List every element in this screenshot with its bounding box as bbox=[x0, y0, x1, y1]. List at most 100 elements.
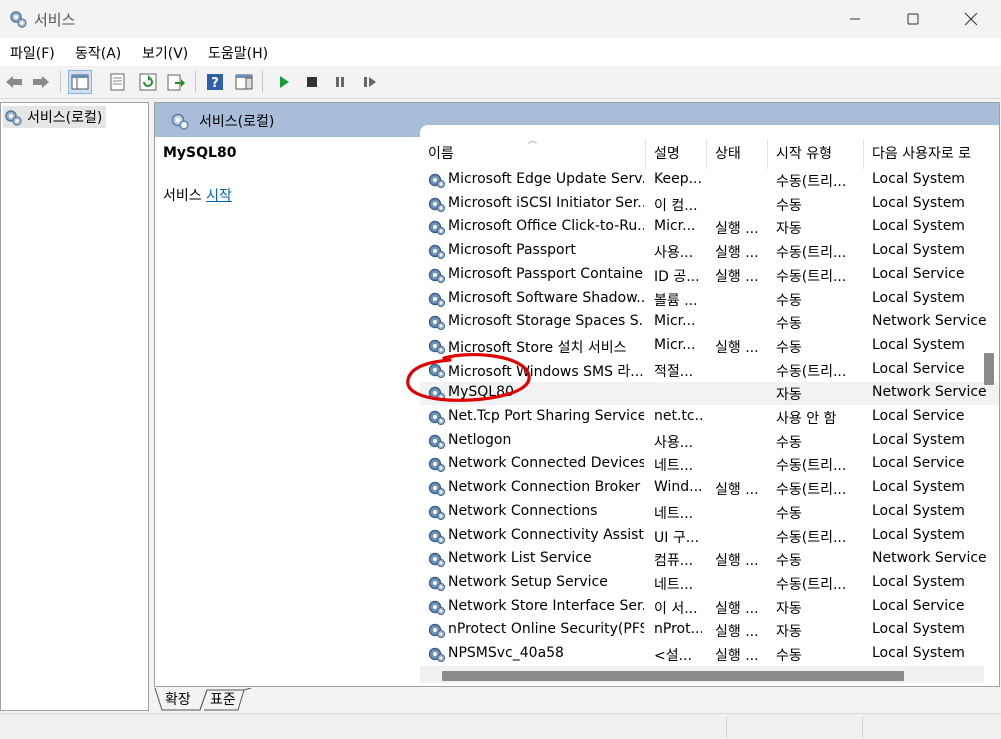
service-row[interactable]: Net.Tcp Port Sharing Service net.tc... 사용 … bbox=[420, 406, 999, 429]
service-action-line: 서비스 시작 bbox=[163, 185, 232, 205]
service-name-cell: Microsoft iSCSI Initiator Ser... bbox=[448, 194, 644, 211]
service-startup-type-cell: 자동 bbox=[776, 221, 802, 238]
stop-service-button[interactable] bbox=[300, 70, 324, 94]
tab-extended[interactable]: 확장 bbox=[165, 688, 191, 710]
column-header-log-on-as[interactable]: 다음 사용자로 로 bbox=[872, 143, 999, 163]
toolbar-separator bbox=[195, 71, 196, 93]
menu-view[interactable]: 보기(V) bbox=[142, 43, 188, 63]
minimize-button[interactable] bbox=[826, 0, 884, 38]
service-description-cell: 네트... bbox=[654, 458, 694, 475]
vertical-scroll-thumb[interactable] bbox=[984, 353, 994, 385]
service-status-cell: 실행 ... bbox=[715, 221, 759, 238]
play-icon bbox=[280, 76, 289, 88]
service-row[interactable]: Microsoft Storage Spaces S... Micr... 수동 Ne… bbox=[420, 311, 999, 334]
service-name-cell: Microsoft Storage Spaces S... bbox=[448, 313, 644, 330]
column-divider[interactable] bbox=[706, 139, 707, 169]
help-button[interactable]: ? bbox=[203, 70, 227, 94]
maximize-button[interactable] bbox=[884, 0, 942, 38]
service-logon-cell: Local System bbox=[872, 194, 965, 211]
service-startup-type-cell: 수동 bbox=[776, 553, 802, 570]
column-divider[interactable] bbox=[767, 139, 768, 169]
close-button[interactable] bbox=[942, 0, 1000, 38]
service-description-cell: Micr... bbox=[654, 313, 696, 330]
resume-service-button[interactable] bbox=[358, 70, 382, 94]
service-startup-type-cell: 수동(트리... bbox=[776, 245, 847, 262]
service-row[interactable]: Microsoft Software Shadow... 볼륨 ... 수동 Loca… bbox=[420, 288, 999, 311]
service-row[interactable]: Network List Service 컴퓨... 실행 ... 수동 Network… bbox=[420, 548, 999, 571]
service-row[interactable]: Netlogon 사용... 수동 Local System bbox=[420, 430, 999, 453]
service-description-cell: 이 컴... bbox=[654, 197, 698, 214]
service-row[interactable]: Network Connection Broker Wind... 실행 ... 수동… bbox=[420, 477, 999, 500]
refresh-button[interactable] bbox=[136, 70, 160, 94]
column-header-status[interactable]: 상태 bbox=[715, 143, 741, 163]
menu-file[interactable]: 파일(F) bbox=[10, 43, 55, 63]
service-row[interactable]: Microsoft Passport Container ID 공... 실행 ..… bbox=[420, 264, 999, 287]
column-divider[interactable] bbox=[863, 139, 864, 169]
service-name-cell: Network Store Interface Ser... bbox=[448, 597, 644, 614]
service-logon-cell: Local System bbox=[872, 526, 965, 543]
service-gear-icon bbox=[426, 313, 446, 335]
service-row[interactable]: Microsoft iSCSI Initiator Ser... 이 컴... 수동… bbox=[420, 193, 999, 216]
service-description-cell: nProt... bbox=[654, 621, 702, 638]
column-header-name[interactable]: 이름 bbox=[428, 143, 454, 163]
service-logon-cell: Local System bbox=[872, 336, 965, 353]
pane-header-title: 서비스(로컬) bbox=[199, 114, 275, 130]
column-divider[interactable] bbox=[645, 139, 646, 169]
horizontal-scroll-thumb[interactable] bbox=[442, 671, 904, 681]
resume-icon bbox=[364, 77, 376, 87]
service-gear-icon bbox=[426, 645, 446, 667]
service-row[interactable]: Network Setup Service 네트... 수동(트리... Local … bbox=[420, 572, 999, 595]
export-list-button[interactable] bbox=[164, 70, 188, 94]
service-logon-cell: Local System bbox=[872, 242, 965, 259]
service-startup-type-cell: 자동 bbox=[776, 624, 802, 641]
service-row[interactable]: Network Store Interface Ser... 이 서... 실행 .… bbox=[420, 596, 999, 619]
properties-button[interactable] bbox=[106, 70, 130, 94]
service-status-cell: 실행 ... bbox=[715, 553, 759, 570]
service-gear-icon bbox=[426, 337, 446, 359]
start-service-button[interactable] bbox=[272, 70, 296, 94]
menu-action[interactable]: 동작(A) bbox=[75, 43, 121, 63]
action-pane-icon bbox=[235, 74, 253, 90]
service-description-cell: 컴퓨... bbox=[654, 553, 694, 570]
service-row[interactable]: Network Connections 네트... 수동 Local System bbox=[420, 501, 999, 524]
service-logon-cell: Local System bbox=[872, 218, 965, 235]
show-hide-action-pane-button[interactable] bbox=[232, 70, 256, 94]
selected-service-name: MySQL80 bbox=[163, 145, 237, 161]
back-button[interactable] bbox=[2, 70, 26, 94]
service-row[interactable]: Microsoft Passport 사용... 실행 ... 수동(트리... Loc… bbox=[420, 240, 999, 263]
service-status-cell: 실행 ... bbox=[715, 245, 759, 262]
service-row[interactable]: Network Connected Devices... 네트... 수동(트리..… bbox=[420, 453, 999, 476]
service-startup-type-cell: 수동(트리... bbox=[776, 363, 847, 380]
services-list: ︿ 이름 설명 상태 시작 유형 다음 사용자로 로 Microsoft Edg… bbox=[420, 125, 999, 686]
service-gear-icon bbox=[426, 408, 446, 430]
service-row[interactable]: Microsoft Office Click-to-Ru... Micr... 실행… bbox=[420, 216, 999, 239]
column-header-startup-type[interactable]: 시작 유형 bbox=[776, 143, 832, 163]
horizontal-scrollbar[interactable] bbox=[420, 666, 984, 683]
service-logon-cell: Local Service bbox=[872, 408, 965, 424]
service-description-cell: 적절... bbox=[654, 363, 694, 380]
service-row[interactable]: Microsoft Windows SMS 라... 적절... 수동(트리... L… bbox=[420, 359, 999, 382]
menu-help[interactable]: 도움말(H) bbox=[208, 43, 268, 63]
stop-icon bbox=[307, 77, 317, 87]
service-name-cell: Network List Service bbox=[448, 550, 592, 567]
column-header-description[interactable]: 설명 bbox=[654, 143, 680, 163]
service-gear-icon bbox=[426, 171, 446, 193]
service-row[interactable]: Network Connectivity Assist... UI 구... 수동(… bbox=[420, 525, 999, 548]
service-row[interactable]: Microsoft Store 설치 서비스 Micr... 실행 ... 수동 Loc… bbox=[420, 335, 999, 358]
service-gear-icon bbox=[426, 455, 446, 477]
service-startup-type-cell: 수동 bbox=[776, 339, 802, 356]
service-gear-icon bbox=[426, 384, 446, 406]
minimize-icon bbox=[850, 18, 860, 20]
show-console-tree-button[interactable] bbox=[68, 70, 92, 94]
service-row[interactable]: MySQL80 자동 Network Service bbox=[420, 382, 999, 406]
service-description-cell: 사용... bbox=[654, 245, 694, 262]
start-service-link[interactable]: 시작 bbox=[206, 188, 232, 204]
tree-item-services-local[interactable]: 서비스(로컬) bbox=[3, 106, 107, 128]
forward-button[interactable] bbox=[29, 70, 53, 94]
service-row[interactable]: Microsoft Edge Update Serv... Keep... 수동(트… bbox=[420, 169, 999, 192]
service-row[interactable]: nProtect Online Security(PFS) nProt... 실행 … bbox=[420, 619, 999, 642]
tab-standard[interactable]: 표준 bbox=[210, 688, 236, 710]
service-status-cell: 실행 ... bbox=[715, 600, 759, 617]
service-row[interactable]: NPSMSvc_40a58 <설... 실행 ... 수동 Local System bbox=[420, 643, 999, 666]
pause-service-button[interactable] bbox=[328, 70, 352, 94]
